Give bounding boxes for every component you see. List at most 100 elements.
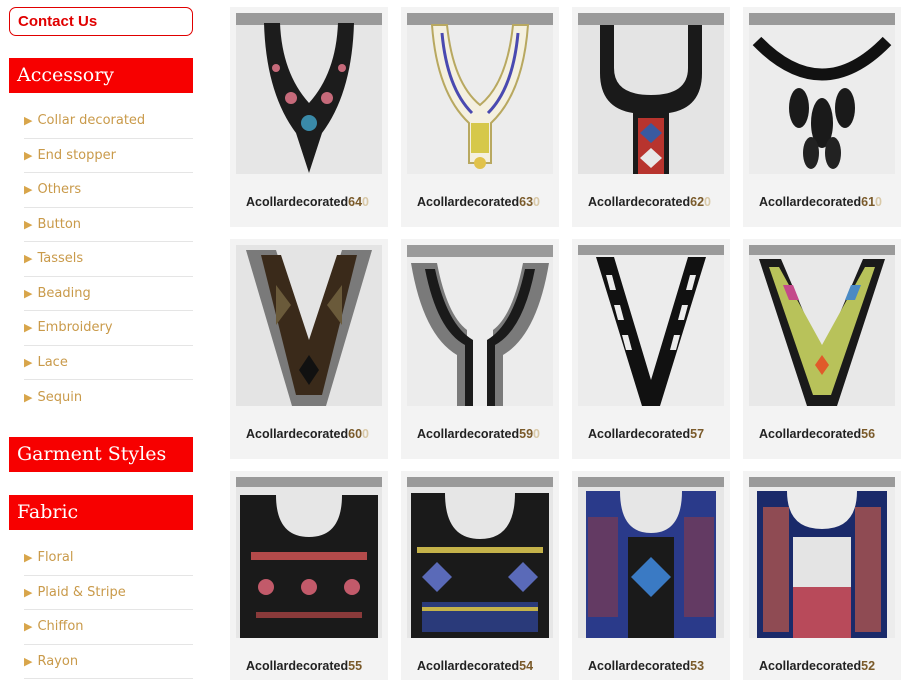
collar-photo xyxy=(578,477,724,638)
product-image[interactable] xyxy=(407,477,553,638)
product-image[interactable] xyxy=(578,477,724,638)
product-number: 56 xyxy=(861,427,876,441)
product-number: 52 xyxy=(861,659,876,673)
collar-photo xyxy=(749,477,895,638)
product-title[interactable]: Acollardecorated53 xyxy=(588,659,704,673)
sidebar-item-button[interactable]: ▶ Button xyxy=(24,208,193,242)
sidebar-item-end-stopper[interactable]: ▶ End stopper xyxy=(24,139,193,173)
product-image[interactable] xyxy=(236,13,382,174)
product-title[interactable]: Acollardecorated620 xyxy=(588,195,711,209)
product-card[interactable]: Acollardecorated620 xyxy=(572,7,730,227)
product-name: Acollardecorated xyxy=(417,195,520,209)
product-title[interactable]: Acollardecorated610 xyxy=(759,195,882,209)
product-title[interactable]: Acollardecorated600 xyxy=(246,427,369,441)
product-card[interactable]: Acollardecorated640 xyxy=(230,7,388,227)
product-name: Acollardecorated xyxy=(588,195,691,209)
sidebar-item-rayon[interactable]: ▶ Rayon xyxy=(24,645,193,679)
triangle-right-icon: ▶ xyxy=(24,390,33,404)
product-card[interactable]: Acollardecorated55 xyxy=(230,471,388,680)
product-title[interactable]: Acollardecorated52 xyxy=(759,659,875,673)
collar-photo xyxy=(236,245,382,406)
product-name: Acollardecorated xyxy=(759,195,862,209)
sidebar-item-label: Rayon xyxy=(37,653,79,669)
sidebar-item-plaid-stripe[interactable]: ▶ Plaid & Stripe xyxy=(24,576,193,610)
triangle-right-icon: ▶ xyxy=(24,654,33,668)
sidebar-item-floral[interactable]: ▶ Floral xyxy=(24,541,193,576)
triangle-right-icon: ▶ xyxy=(24,217,33,231)
sidebar-item-tassels[interactable]: ▶ Tassels xyxy=(24,242,193,277)
product-title[interactable]: Acollardecorated57 xyxy=(588,427,704,441)
sidebar-item-label: Button xyxy=(37,216,82,232)
product-image[interactable] xyxy=(236,477,382,638)
sidebar-item-label: Collar decorated xyxy=(37,113,146,129)
triangle-right-icon: ▶ xyxy=(24,620,33,634)
triangle-right-icon: ▶ xyxy=(24,183,33,197)
product-card[interactable]: Acollardecorated610 xyxy=(743,7,901,227)
product-number-ghost: 0 xyxy=(362,195,369,209)
sidebar-item-collar-decorated[interactable]: ▶ Collar decorated xyxy=(24,104,193,139)
product-name: Acollardecorated xyxy=(246,659,349,673)
product-image[interactable] xyxy=(236,245,382,406)
product-number: 62 xyxy=(690,195,705,209)
product-card[interactable]: Acollardecorated52 xyxy=(743,471,901,680)
product-image[interactable] xyxy=(749,13,895,174)
product-title[interactable]: Acollardecorated640 xyxy=(246,195,369,209)
sidebar-item-label: Tassels xyxy=(37,251,84,267)
product-image[interactable] xyxy=(749,477,895,638)
product-name: Acollardecorated xyxy=(588,427,691,441)
category-header-garment-styles[interactable]: Garment Styles xyxy=(9,437,193,472)
product-number: 61 xyxy=(861,195,876,209)
triangle-right-icon: ▶ xyxy=(24,551,33,565)
collar-photo xyxy=(749,245,895,406)
sidebar-item-sequin[interactable]: ▶ Sequin xyxy=(24,380,193,415)
sidebar-item-label: Lace xyxy=(37,354,68,370)
product-title[interactable]: Acollardecorated56 xyxy=(759,427,875,441)
product-number-ghost: 0 xyxy=(362,427,369,441)
triangle-right-icon: ▶ xyxy=(24,585,33,599)
category-header-fabric[interactable]: Fabric xyxy=(9,495,193,530)
sidebar-item-others[interactable]: ▶ Others xyxy=(24,173,193,208)
product-title[interactable]: Acollardecorated55 xyxy=(246,659,362,673)
product-name: Acollardecorated xyxy=(417,659,520,673)
product-card[interactable]: Acollardecorated56 xyxy=(743,239,901,459)
category-header-accessory[interactable]: Accessory xyxy=(9,58,193,93)
product-number: 53 xyxy=(690,659,705,673)
product-number: 63 xyxy=(519,195,534,209)
triangle-right-icon: ▶ xyxy=(24,114,33,128)
product-number: 55 xyxy=(348,659,363,673)
product-title[interactable]: Acollardecorated590 xyxy=(417,427,540,441)
product-card[interactable]: Acollardecorated53 xyxy=(572,471,730,680)
sidebar-item-embroidery[interactable]: ▶ Embroidery xyxy=(24,311,193,346)
product-title[interactable]: Acollardecorated54 xyxy=(417,659,533,673)
product-image[interactable] xyxy=(749,245,895,406)
product-number: 57 xyxy=(690,427,705,441)
product-card[interactable]: Acollardecorated590 xyxy=(401,239,559,459)
product-card[interactable]: Acollardecorated57 xyxy=(572,239,730,459)
product-image[interactable] xyxy=(578,13,724,174)
product-image[interactable] xyxy=(407,13,553,174)
triangle-right-icon: ▶ xyxy=(24,252,33,266)
product-number-ghost: 0 xyxy=(533,195,540,209)
sidebar-item-beading[interactable]: ▶ Beading xyxy=(24,277,193,311)
product-image[interactable] xyxy=(407,245,553,406)
product-title[interactable]: Acollardecorated630 xyxy=(417,195,540,209)
collar-photo xyxy=(236,477,382,638)
page: Contact Us Accessory ▶ Collar decorated ▶… xyxy=(0,0,910,680)
fabric-list: ▶ Floral ▶ Plaid & Stripe ▶ Chiffon ▶ Rayon xyxy=(24,541,193,679)
sidebar-item-lace[interactable]: ▶ Lace xyxy=(24,346,193,380)
sidebar-item-label: Chiffon xyxy=(37,619,84,635)
product-number-ghost: 0 xyxy=(533,427,540,441)
triangle-right-icon: ▶ xyxy=(24,355,33,369)
contact-us-button[interactable]: Contact Us xyxy=(9,7,193,36)
product-image[interactable] xyxy=(578,245,724,406)
product-card[interactable]: Acollardecorated630 xyxy=(401,7,559,227)
triangle-right-icon: ▶ xyxy=(24,321,33,335)
collar-photo xyxy=(407,477,553,638)
product-card[interactable]: Acollardecorated600 xyxy=(230,239,388,459)
sidebar-item-label: Floral xyxy=(37,550,74,566)
product-number: 54 xyxy=(519,659,534,673)
product-number: 60 xyxy=(348,427,363,441)
product-card[interactable]: Acollardecorated54 xyxy=(401,471,559,680)
sidebar-item-chiffon[interactable]: ▶ Chiffon xyxy=(24,610,193,645)
collar-photo xyxy=(407,245,553,406)
